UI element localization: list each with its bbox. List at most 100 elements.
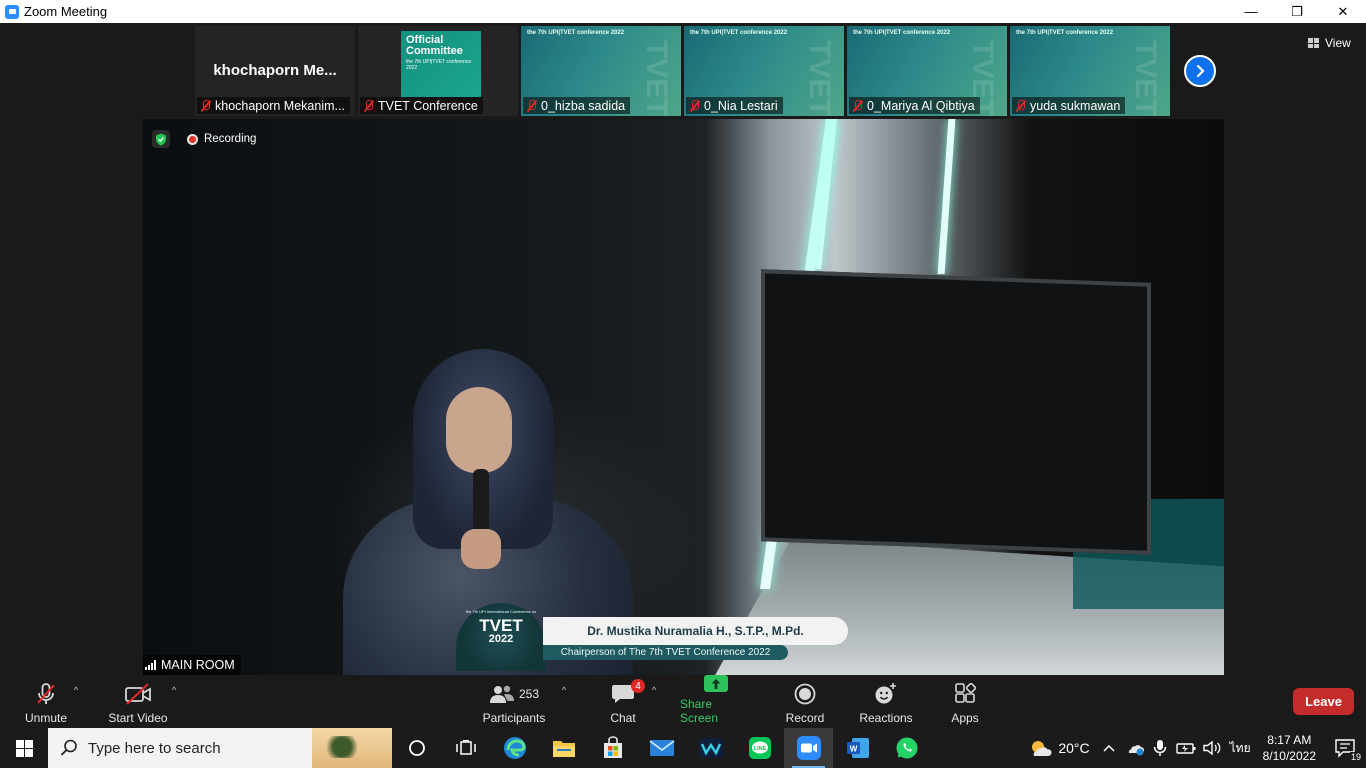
taskbar-clock[interactable]: 8:17 AM 8/10/2022 (1263, 732, 1316, 764)
participants-options-caret[interactable]: ^ (562, 685, 566, 695)
participant-thumbnail[interactable]: the 7th UPI|TVET conference 2022 TVET 0_… (521, 26, 681, 116)
participants-icon-group: 253 (489, 682, 539, 706)
onedrive-sync-icon[interactable] (1126, 740, 1146, 756)
participant-thumbnail[interactable]: khochaporn Me... khochaporn Mekanim... (195, 26, 355, 116)
weather-temperature[interactable]: 20°C (1058, 740, 1089, 756)
taskbar-line[interactable]: LINE (735, 728, 784, 768)
mic-muted-icon (689, 99, 700, 112)
line-app-icon: LINE (748, 737, 771, 759)
start-video-label: Start Video (108, 711, 168, 725)
recording-indicator[interactable]: Recording (187, 132, 256, 146)
slide-caption: the 7th UPI|TVET conference 2022 (527, 30, 625, 36)
chevron-up-icon[interactable] (1102, 743, 1116, 753)
start-button[interactable] (0, 728, 48, 768)
input-language[interactable]: ไทย (1230, 739, 1251, 758)
minimize-button[interactable]: — (1228, 0, 1274, 23)
view-button[interactable]: View (1302, 33, 1357, 53)
windows-taskbar: Type here to search LINE W 20°C ไทย 8:17… (0, 728, 1366, 768)
taskbar-edge[interactable] (490, 728, 539, 768)
committee-slide: Official Committee the 7th UPI|TVET conf… (401, 31, 481, 97)
taskbar-word[interactable]: W (833, 728, 882, 768)
video-options-caret[interactable]: ^ (172, 685, 176, 695)
battery-plugged-icon[interactable] (1175, 741, 1196, 755)
participant-thumbnail[interactable]: the 7th UPI|TVET conference 2022 TVET 0_… (684, 26, 844, 116)
committee-title: Official Committee (406, 34, 463, 57)
participants-button[interactable]: 253 Participants (482, 679, 546, 725)
taskbar-search[interactable]: Type here to search (48, 728, 392, 768)
participant-name: 0_hizba sadida (541, 98, 626, 113)
slide-caption: the 7th UPI|TVET conference 2022 (853, 30, 951, 36)
restore-button[interactable]: ❐ (1274, 0, 1320, 23)
participant-strip: khochaporn Me... khochaporn Mekanim... O… (195, 26, 1170, 116)
active-speaker-video[interactable]: Recording the 7th UPI International Conf… (143, 119, 1224, 675)
taskbar-mail[interactable] (637, 728, 686, 768)
taskbar-webex[interactable] (686, 728, 735, 768)
participant-name: TVET Conference (378, 98, 478, 113)
unmute-button[interactable]: Unmute (24, 679, 68, 725)
lower-third-role: Chairperson of The 7th TVET Conference 2… (543, 645, 788, 660)
meeting-toolbar: Unmute ^ Start Video ^ 253 Participants … (0, 675, 1366, 728)
smiley-plus-icon (874, 682, 898, 706)
participant-name-label: TVET Conference (360, 97, 483, 114)
studio-monitor (761, 269, 1151, 555)
participant-name: yuda sukmawan (1030, 98, 1121, 113)
tvet-logo-text: TVET (479, 616, 523, 635)
record-button[interactable]: Record (785, 679, 825, 725)
participant-name: 0_Mariya Al Qibtiya (867, 98, 975, 113)
slide-watermark: TVET (1129, 40, 1162, 116)
weather-partly-sunny-icon[interactable] (1028, 738, 1052, 758)
chat-options-caret[interactable]: ^ (652, 685, 656, 695)
shield-icon (156, 133, 166, 145)
speaker-volume-icon[interactable] (1202, 740, 1222, 756)
window-titlebar: Zoom Meeting — ❐ ✕ (0, 0, 1366, 23)
view-button-label: View (1325, 36, 1351, 50)
taskbar-zoom[interactable] (784, 728, 833, 768)
chat-button[interactable]: 4 Chat (606, 679, 645, 725)
unmute-label: Unmute (24, 711, 68, 725)
participant-name-label: 0_hizba sadida (523, 97, 631, 114)
chat-label: Chat (610, 711, 636, 725)
recording-label: Recording (204, 133, 257, 145)
slide-watermark: TVET (640, 40, 673, 116)
taskbar-file-explorer[interactable] (539, 728, 588, 768)
share-screen-button[interactable]: Share Screen (680, 675, 752, 725)
leave-button[interactable]: Leave (1293, 688, 1354, 715)
chat-icon-group: 4 (611, 679, 645, 706)
cortana-button[interactable] (392, 728, 441, 768)
participant-name-label: yuda sukmawan (1012, 97, 1126, 114)
clock-date: 8/10/2022 (1262, 749, 1316, 763)
chat-unread-badge: 4 (631, 679, 645, 693)
start-video-button[interactable]: Start Video (108, 679, 168, 725)
participant-thumbnail[interactable]: the 7th UPI|TVET conference 2022 TVET yu… (1010, 26, 1170, 116)
taskbar-store[interactable] (588, 728, 637, 768)
mail-envelope-icon (648, 740, 675, 756)
audio-options-caret[interactable]: ^ (74, 685, 78, 695)
participant-thumbnail[interactable]: the 7th UPI|TVET conference 2022 TVET 0_… (847, 26, 1007, 116)
apps-button[interactable]: Apps (948, 679, 982, 725)
search-placeholder: Type here to search (88, 739, 221, 757)
svg-text:W: W (849, 745, 857, 754)
whatsapp-icon (896, 737, 917, 759)
participant-thumbnail[interactable]: Official Committee the 7th UPI|TVET conf… (358, 26, 518, 116)
task-view-button[interactable] (441, 728, 490, 768)
taskbar-whatsapp[interactable] (882, 728, 931, 768)
chevron-right-icon (1196, 64, 1205, 78)
microphone-in-use-icon[interactable] (1152, 739, 1168, 757)
slide-caption: the 7th UPI|TVET conference 2022 (690, 30, 788, 36)
encryption-shield-icon[interactable] (152, 130, 170, 148)
participants-label: Participants (482, 711, 546, 725)
notification-count: 19 (1349, 752, 1362, 762)
tvet-logo: the 7th UPI International Conference on … (456, 603, 546, 671)
slide-watermark: TVET (803, 40, 836, 116)
close-button[interactable]: ✕ (1320, 0, 1366, 23)
notification-center-button[interactable]: 19 (1326, 728, 1366, 768)
reactions-button[interactable]: Reactions (858, 679, 914, 725)
share-icon-group (704, 675, 728, 692)
mic-muted-icon (363, 99, 374, 112)
participant-name-label: khochaporn Mekanim... (197, 97, 350, 114)
cortana-circle-icon (408, 740, 425, 756)
mic-muted-icon (1015, 99, 1026, 112)
slide-caption: the 7th UPI|TVET conference 2022 (1016, 30, 1114, 36)
next-page-button[interactable] (1184, 55, 1216, 87)
mic-muted-icon (852, 99, 863, 112)
